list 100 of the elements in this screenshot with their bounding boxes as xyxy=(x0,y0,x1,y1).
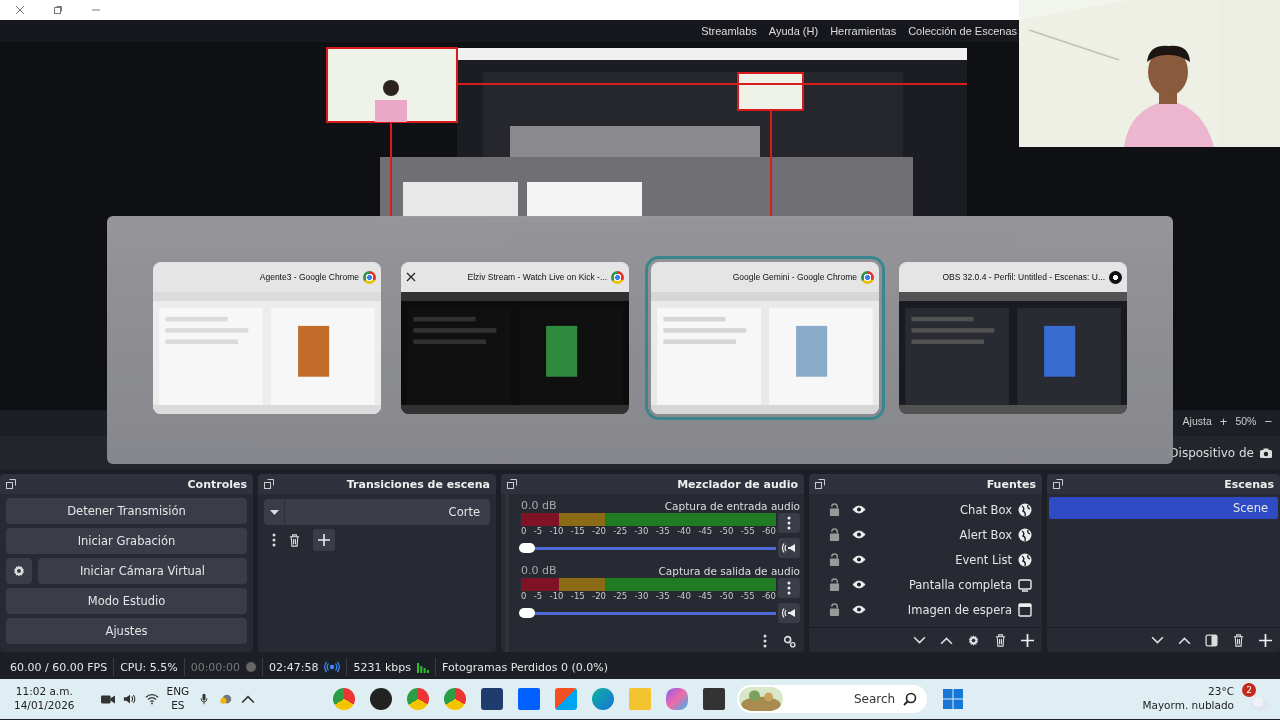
search-input[interactable]: Search xyxy=(789,691,898,707)
filter-icon[interactable] xyxy=(1205,633,1218,647)
chevron-up-icon[interactable] xyxy=(241,693,256,705)
control-button[interactable]: Iniciar Grabación xyxy=(6,528,247,554)
meter-tick: -40 xyxy=(677,591,691,601)
popout-icon[interactable] xyxy=(1053,479,1063,489)
zoom-in-button[interactable]: + xyxy=(1219,413,1228,429)
gear-icon xyxy=(12,564,26,578)
menu-item[interactable]: Streamlabs xyxy=(701,25,757,37)
app-icon[interactable] xyxy=(370,688,393,710)
browser-icon[interactable] xyxy=(444,688,467,710)
window-card[interactable]: Agente3 - Google Chrome xyxy=(153,262,381,414)
camera-icon[interactable] xyxy=(100,693,115,705)
eye-icon[interactable] xyxy=(852,580,866,589)
meter-tick: -30 xyxy=(634,526,649,536)
popout-icon[interactable] xyxy=(815,479,825,489)
lock-icon[interactable] xyxy=(829,603,840,616)
channel-name: Captura de entrada audio xyxy=(664,499,800,512)
scene-item[interactable]: Scene xyxy=(1049,497,1278,519)
dock-title: Controles xyxy=(187,477,247,491)
browser-icon[interactable] xyxy=(407,688,430,710)
browser-icon[interactable] xyxy=(333,688,356,710)
lock-icon[interactable] xyxy=(829,528,840,541)
menu-item[interactable]: Ayuda (H) xyxy=(768,25,819,37)
lock-icon[interactable] xyxy=(829,553,840,566)
meter-tick: -5 xyxy=(533,526,543,536)
more-icon[interactable] xyxy=(763,634,767,648)
eye-icon[interactable] xyxy=(852,555,866,564)
restore-icon[interactable] xyxy=(53,5,63,15)
source-item[interactable]: Event List xyxy=(811,547,1040,572)
meter-tick: -50 xyxy=(719,591,734,601)
control-button[interactable]: Iniciar Cámara Virtual xyxy=(38,558,247,584)
eye-icon[interactable] xyxy=(852,605,866,614)
eye-icon[interactable] xyxy=(852,505,866,514)
meter-tick: -15 xyxy=(570,591,585,601)
dropped-frames-text: Fotogramas Perdidos 0 (0.0%) xyxy=(442,660,608,674)
dock-title: Transiciones de escena xyxy=(346,477,490,491)
meter-tick: -5 xyxy=(533,591,543,601)
trash-icon[interactable] xyxy=(994,633,1007,647)
volume-icon[interactable] xyxy=(122,693,137,705)
window-title: Elziv Stream - Watch Live on Kick -... xyxy=(467,272,607,282)
menu-item[interactable]: Herramientas xyxy=(830,25,897,37)
popout-icon[interactable] xyxy=(507,479,517,489)
language-text[interactable]: ENG xyxy=(166,685,190,699)
more-icon xyxy=(787,581,791,595)
add-button[interactable] xyxy=(313,529,335,551)
settings-button[interactable] xyxy=(6,558,32,584)
source-item[interactable]: Pantalla completa xyxy=(811,572,1040,597)
more-button[interactable] xyxy=(778,578,800,598)
cloud-icon[interactable] xyxy=(1248,695,1272,711)
browser-icon[interactable] xyxy=(592,688,615,710)
close-icon[interactable] xyxy=(406,272,416,282)
settings-icon[interactable] xyxy=(967,633,980,647)
source-item[interactable]: Imagen de espera xyxy=(811,597,1040,622)
window-title: Agente3 - Google Chrome xyxy=(259,272,359,282)
add-icon[interactable] xyxy=(1021,633,1034,647)
lock-icon[interactable] xyxy=(829,578,840,591)
box-icon[interactable] xyxy=(518,688,541,710)
volume-slider[interactable] xyxy=(521,542,776,554)
zoom-out-button[interactable]: − xyxy=(1264,413,1272,429)
more-icon[interactable] xyxy=(272,533,276,547)
trash-icon[interactable] xyxy=(288,533,301,547)
popout-icon[interactable] xyxy=(264,479,274,489)
window-card[interactable]: OBS 32.0.4 - Perfil: Untitled - Escenas: U... xyxy=(899,262,1127,414)
weather-description[interactable]: Mayorm. nublado xyxy=(1142,699,1234,713)
clock-date[interactable]: 14/01/2026 xyxy=(14,699,75,713)
cloud-icon[interactable] xyxy=(219,693,234,705)
window-card[interactable]: Elziv Stream - Watch Live on Kick -... xyxy=(401,262,629,414)
clock-time[interactable]: 11:02 a.m. xyxy=(15,685,73,699)
eye-icon[interactable] xyxy=(852,530,866,539)
speaker-button[interactable] xyxy=(778,538,800,558)
search-field[interactable]: Search xyxy=(737,685,928,713)
store-icon[interactable] xyxy=(555,688,578,710)
app-icon[interactable] xyxy=(481,688,504,710)
volume-slider[interactable] xyxy=(521,607,776,619)
control-button[interactable]: Ajustes xyxy=(6,618,247,644)
add-icon[interactable] xyxy=(1259,633,1272,647)
transition-dropdown[interactable]: Corte xyxy=(264,499,490,525)
control-button[interactable]: Modo Estudio xyxy=(6,588,247,614)
channel-name: Captura de salida de audio xyxy=(658,564,800,577)
app-icon[interactable] xyxy=(703,688,726,710)
wifi-icon[interactable] xyxy=(144,693,159,705)
speaker-button[interactable] xyxy=(778,603,800,623)
source-item[interactable]: Chat Box xyxy=(811,497,1040,522)
fit-label[interactable]: Ajusta xyxy=(1182,415,1212,427)
keyboard-layout-text[interactable]: ES xyxy=(171,699,185,713)
trash-icon[interactable] xyxy=(1232,633,1245,647)
browser-icon xyxy=(861,270,874,284)
gear-icon[interactable] xyxy=(783,634,796,648)
source-item[interactable]: Alert Box xyxy=(811,522,1040,547)
meter-tick: -20 xyxy=(592,526,606,536)
lock-icon[interactable] xyxy=(829,503,840,516)
control-button[interactable]: Detener Transmisión xyxy=(6,498,247,524)
weather-temperature[interactable]: 23°C xyxy=(1208,685,1234,699)
meter-tick: -25 xyxy=(613,591,628,601)
popout-icon[interactable] xyxy=(6,479,16,489)
more-button[interactable] xyxy=(778,513,800,533)
meter-tick: -60 xyxy=(761,591,776,601)
menu-item[interactable]: Colección de Escenas xyxy=(908,25,1017,37)
start-icon[interactable] xyxy=(943,689,964,709)
